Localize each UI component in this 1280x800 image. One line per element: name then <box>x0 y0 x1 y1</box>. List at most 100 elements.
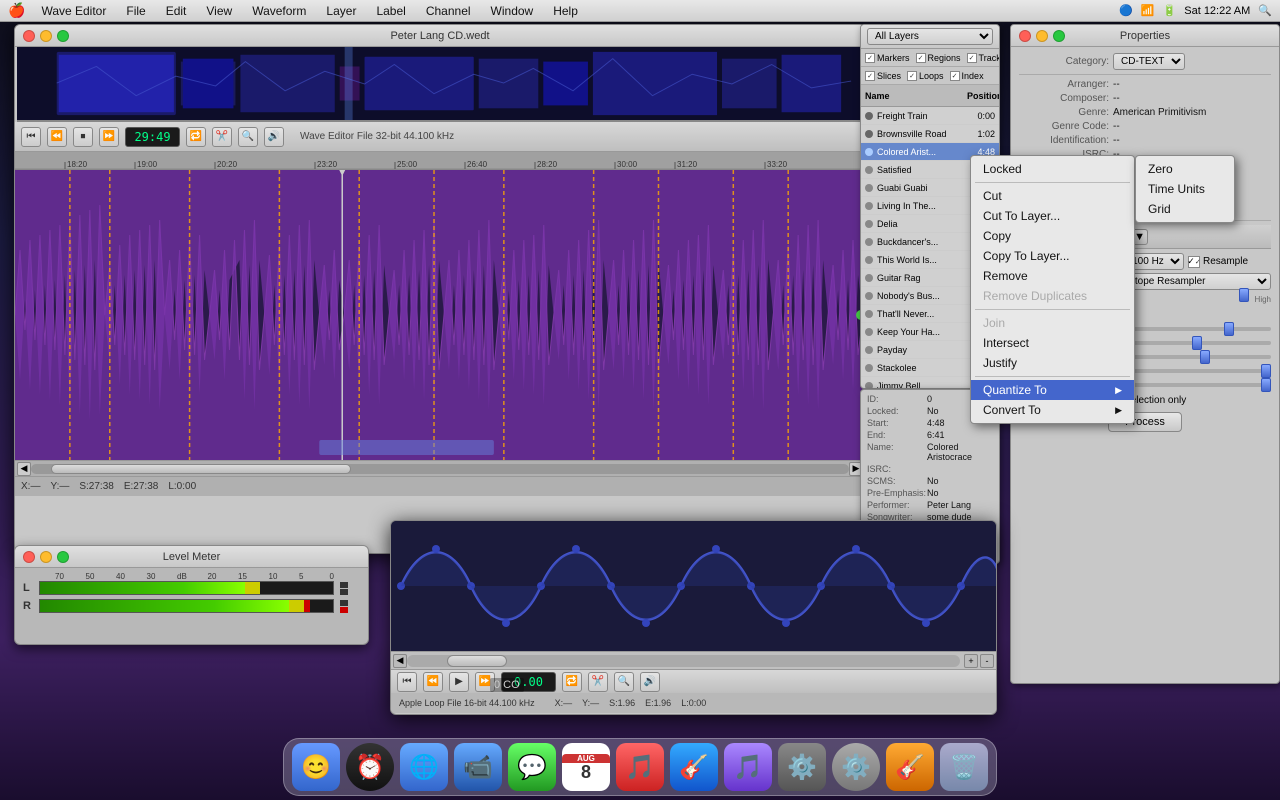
ctx-justify[interactable]: Justify <box>971 353 1134 373</box>
index-cb[interactable]: Index <box>950 71 984 81</box>
track-dot <box>865 184 873 192</box>
max-filter-slider[interactable] <box>1113 341 1271 345</box>
dock-finder-icon[interactable]: 😊 <box>292 743 340 791</box>
ctx-sep2 <box>975 309 1130 310</box>
dock-clock-icon[interactable]: ⏰ <box>346 743 394 791</box>
loop-button[interactable]: 🔁 <box>186 127 206 147</box>
track-cb[interactable]: Track <box>967 53 1000 63</box>
al-scroll-track[interactable] <box>407 655 960 667</box>
al-pos-l: L:0:00 <box>681 698 706 708</box>
al-zoom-out[interactable]: - <box>980 654 994 668</box>
category-select[interactable]: CD-TEXT <box>1113 53 1185 70</box>
dock-trash-icon[interactable]: 🗑️ <box>940 743 988 791</box>
submenu-zero[interactable]: Zero <box>1136 159 1234 179</box>
al-pos-e: E:1.96 <box>645 698 671 708</box>
rewind-button[interactable]: ⏪ <box>47 127 67 147</box>
waveform-main[interactable] <box>15 170 865 460</box>
menu-file[interactable]: File <box>122 4 149 18</box>
scroll-left-button[interactable]: ◀ <box>17 462 31 476</box>
zoom-button[interactable]: 🔍 <box>238 127 258 147</box>
submenu-time-units[interactable]: Time Units <box>1136 179 1234 199</box>
submenu-grid[interactable]: Grid <box>1136 199 1234 219</box>
al-waveform[interactable] <box>391 521 996 651</box>
ctx-remove[interactable]: Remove <box>971 266 1134 286</box>
dock-video-icon[interactable]: 📹 <box>454 743 502 791</box>
ctx-intersect[interactable]: Intersect <box>971 333 1134 353</box>
dock-messages-icon[interactable]: 💬 <box>508 743 556 791</box>
properties-title: Properties <box>1120 30 1170 42</box>
dock-garageband-icon[interactable]: 🎸 <box>670 743 718 791</box>
dock-wave-editor-icon[interactable]: 🎵 <box>724 743 772 791</box>
stop-button[interactable]: ⏹ <box>73 127 93 147</box>
rewind-to-start-button[interactable]: ⏮ <box>21 127 41 147</box>
ctx-locked[interactable]: Locked <box>971 159 1134 179</box>
al-loop[interactable]: 🔁 <box>562 672 582 692</box>
filter-steepness-slider[interactable] <box>1113 327 1271 331</box>
timeline-ruler: 18:20 19:00 20:20 23:20 25:00 26:40 28:2… <box>15 152 865 170</box>
track-item[interactable]: Freight Train 0:00 <box>861 107 999 125</box>
dock-music-icon[interactable]: 🎵 <box>616 743 664 791</box>
menu-waveform[interactable]: Waveform <box>248 4 310 18</box>
props-minimize-button[interactable] <box>1036 30 1048 42</box>
ctx-cut-to-layer[interactable]: Cut To Layer... <box>971 206 1134 226</box>
h-scrollbar[interactable]: ◀ ▶ <box>15 460 865 476</box>
ctx-copy-to-layer[interactable]: Copy To Layer... <box>971 246 1134 266</box>
cutoff-slider[interactable] <box>1113 355 1271 359</box>
al-play[interactable]: ▶ <box>449 672 469 692</box>
ctx-copy[interactable]: Copy <box>971 226 1134 246</box>
ctx-cut[interactable]: Cut <box>971 186 1134 206</box>
props-zoom-button[interactable] <box>1053 30 1065 42</box>
ctx-quantize-to[interactable]: Quantize To ▶ <box>971 380 1134 400</box>
volume-button[interactable]: 🔊 <box>264 127 284 147</box>
svg-text:23:20: 23:20 <box>317 160 338 169</box>
dock-calendar-icon[interactable]: AUG 8 <box>562 743 610 791</box>
al-zoom[interactable]: 🔍 <box>614 672 634 692</box>
markers-cb[interactable]: Markers <box>865 53 910 63</box>
scroll-track[interactable] <box>31 464 849 474</box>
lm-zoom-button[interactable] <box>57 551 69 563</box>
loops-cb[interactable]: Loops <box>907 71 944 81</box>
dock-guitar-icon[interactable]: 🎸 <box>886 743 934 791</box>
l-peak-indicator <box>340 582 360 595</box>
menu-window[interactable]: Window <box>487 4 538 18</box>
resample-checkbox[interactable]: ✓ <box>1188 256 1200 268</box>
zoom-button[interactable] <box>57 30 69 42</box>
al-scrollbar[interactable]: ◀ + - <box>391 651 996 669</box>
scroll-thumb[interactable] <box>51 464 351 474</box>
dock-browser-icon[interactable]: 🌐 <box>400 743 448 791</box>
minimize-button[interactable] <box>40 30 52 42</box>
close-button[interactable] <box>23 30 35 42</box>
dock-system-prefs-icon[interactable]: ⚙️ <box>832 743 880 791</box>
dock-settings-icon[interactable]: ⚙️ <box>778 743 826 791</box>
props-close-button[interactable] <box>1019 30 1031 42</box>
al-rewind[interactable]: ⏪ <box>423 672 443 692</box>
al-scroll-thumb[interactable] <box>447 655 507 667</box>
layer-select[interactable]: All Layers <box>867 28 993 45</box>
al-zoom-in[interactable]: + <box>964 654 978 668</box>
al-rewind-start[interactable]: ⏮ <box>397 672 417 692</box>
ctx-convert-to[interactable]: Convert To ▶ <box>971 400 1134 420</box>
menu-edit[interactable]: Edit <box>162 4 191 18</box>
al-scroll-left[interactable]: ◀ <box>393 654 407 668</box>
al-vol[interactable]: 🔊 <box>640 672 660 692</box>
apple-menu[interactable]: 🍎 <box>8 2 25 19</box>
menu-channel[interactable]: Channel <box>422 4 475 18</box>
al-tool[interactable]: ✂️ <box>588 672 608 692</box>
play-button[interactable]: ⏩ <box>99 127 119 147</box>
menu-label[interactable]: Label <box>372 4 409 18</box>
waveform-overview[interactable] <box>17 47 863 122</box>
alias-slider[interactable] <box>1113 369 1271 373</box>
menu-layer[interactable]: Layer <box>322 4 360 18</box>
tool-selector[interactable]: ✂️ <box>212 127 232 147</box>
slices-cb[interactable]: Slices <box>865 71 901 81</box>
menu-wave-editor[interactable]: Wave Editor <box>37 4 110 18</box>
lm-minimize-button[interactable] <box>40 551 52 563</box>
preringing-slider[interactable] <box>1113 383 1271 387</box>
scale-0: 0 <box>330 572 361 581</box>
track-item[interactable]: Brownsville Road 1:02 <box>861 125 999 143</box>
menu-help[interactable]: Help <box>549 4 582 18</box>
lm-close-button[interactable] <box>23 551 35 563</box>
menu-view[interactable]: View <box>202 4 236 18</box>
search-icon[interactable]: 🔍 <box>1258 4 1272 17</box>
regions-cb[interactable]: Regions <box>916 53 961 63</box>
